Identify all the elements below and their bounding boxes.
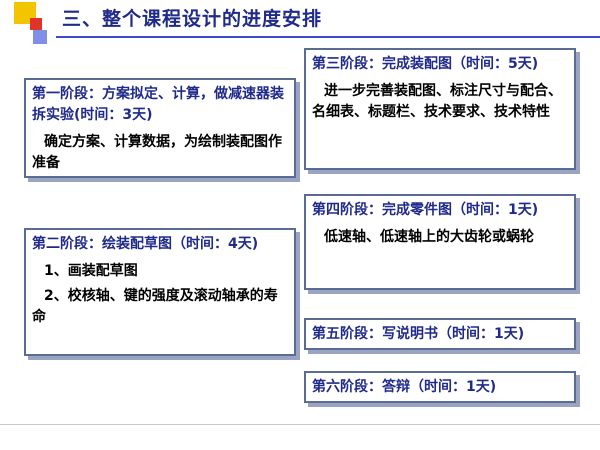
deco-square-red xyxy=(30,18,42,30)
deco-square-blue xyxy=(33,30,47,44)
footer-divider xyxy=(0,424,600,425)
stage-3-heading: 第三阶段：完成装配图（时间：5天) xyxy=(312,56,539,72)
stage-4-body: 低速轴、低速轴上的大齿轮或蜗轮 xyxy=(324,229,534,245)
stage-2-box: 第二阶段：绘装配草图（时间：4天) 1、画装配草图 2、校核轴、键的强度及滚动轴… xyxy=(24,228,296,356)
stage-4-box: 第四阶段：完成零件图（时间：1天) 低速轴、低速轴上的大齿轮或蜗轮 xyxy=(304,194,576,290)
stage-6-heading: 第六阶段：答辩（时间：1天) xyxy=(312,379,497,395)
slide-title: 三、整个课程设计的进度安排 xyxy=(62,8,323,30)
stage-2-item-1: 1、画装配草图 xyxy=(44,263,138,279)
title-underline xyxy=(56,36,600,38)
stage-2-item-2: 2、校核轴、键的强度及滚动轴承的寿命 xyxy=(32,288,278,325)
stage-4-heading: 第四阶段：完成零件图（时间：1天) xyxy=(312,202,539,218)
stage-3-box: 第三阶段：完成装配图（时间：5天) 进一步完善装配图、标注尺寸与配合、名细表、标… xyxy=(304,48,576,170)
stage-2-heading: 第二阶段：绘装配草图（时间：4天) xyxy=(32,236,259,252)
stage-1-box: 第一阶段：方案拟定、计算，做减速器装拆实验(时间：3天) 确定方案、计算数据，为… xyxy=(24,78,296,178)
stage-1-body: 确定方案、计算数据，为绘制装配图作准备 xyxy=(32,134,282,171)
stage-1-heading: 第一阶段：方案拟定、计算，做减速器装拆实验(时间：3天) xyxy=(32,86,284,123)
stage-5-heading: 第五阶段：写说明书（时间：1天) xyxy=(312,326,525,342)
stage-6-box: 第六阶段：答辩（时间：1天) xyxy=(304,371,576,403)
stage-3-body: 进一步完善装配图、标注尺寸与配合、名细表、标题栏、技术要求、技术特性 xyxy=(312,83,562,120)
stage-5-box: 第五阶段：写说明书（时间：1天) xyxy=(304,318,576,350)
